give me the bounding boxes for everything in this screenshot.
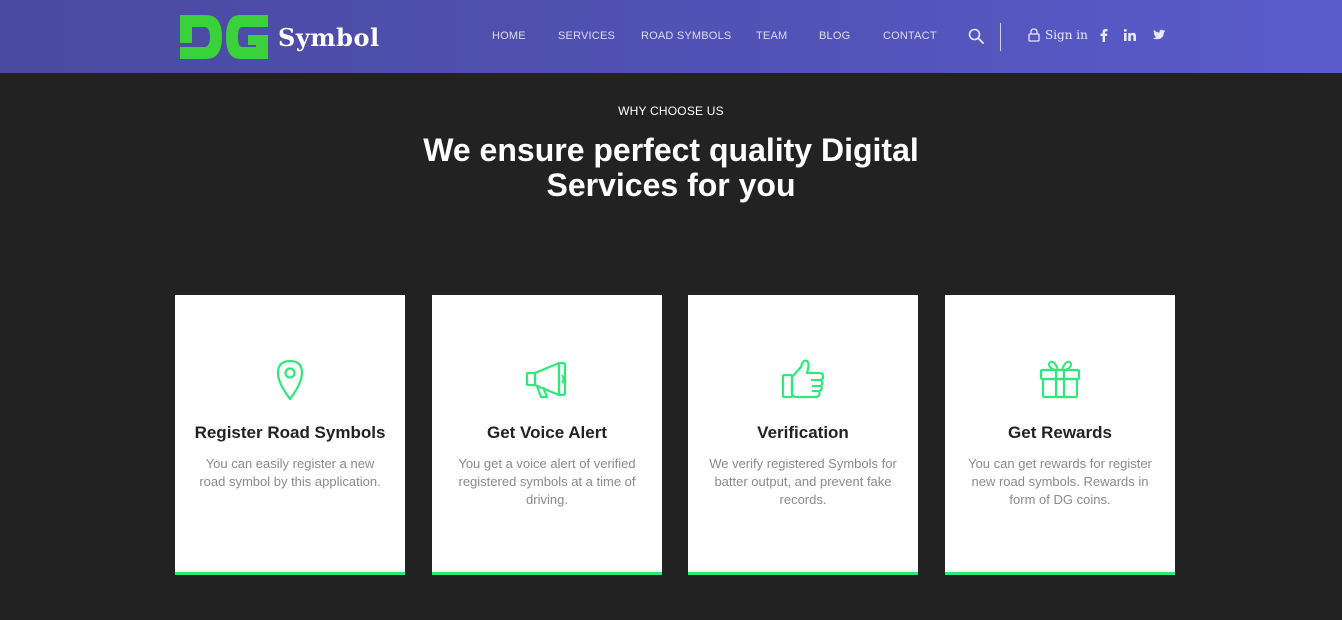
nav-road-symbols[interactable]: ROAD SYMBOLS [641,30,731,42]
nav-contact[interactable]: CONTACT [883,30,937,42]
card-description: You can get rewards for register new roa… [968,456,1152,507]
feature-card-rewards[interactable]: Get Rewards You can get rewards for regi… [945,295,1175,575]
section-kicker: WHY CHOOSE US [618,104,724,118]
headline-line-2: Services for you [546,167,796,203]
card-title: Get Rewards [1008,423,1112,442]
facebook-icon[interactable] [1097,28,1111,42]
header-divider [1000,23,1001,51]
headline-line-1: We ensure perfect quality Digital [423,132,919,168]
lock-icon [1028,28,1040,42]
dg-logo-mark [180,15,268,59]
nav-blog[interactable]: BLOG [819,30,850,42]
nav-services[interactable]: SERVICES [558,30,615,42]
section-headline: We ensure perfect quality Digital Servic… [371,133,971,203]
feature-card-register[interactable]: Register Road Symbols You can easily reg… [175,295,405,575]
sign-in-link[interactable]: Sign in [1028,28,1088,42]
card-title: Register Road Symbols [194,423,386,442]
twitter-icon[interactable] [1152,28,1166,42]
logo[interactable]: Symbol [178,13,380,61]
logo-text: Symbol [278,22,380,52]
card-description: You get a voice alert of verified regist… [458,456,636,507]
search-icon[interactable] [968,28,984,44]
megaphone-icon [525,361,567,399]
feature-card-verification[interactable]: Verification We verify registered Symbol… [688,295,918,575]
card-title: Get Voice Alert [487,423,607,442]
card-title: Verification [757,423,849,442]
map-pin-icon [276,359,304,401]
card-description: You can easily register a new road symbo… [199,456,381,489]
nav-home[interactable]: HOME [492,30,526,42]
linkedin-icon[interactable] [1123,28,1137,42]
feature-card-voice-alert[interactable]: Get Voice Alert You get a voice alert of… [432,295,662,575]
nav-team[interactable]: TEAM [756,30,787,42]
site-header: Symbol HOME SERVICES ROAD SYMBOLS TEAM B… [0,0,1342,73]
gift-icon [1039,360,1081,399]
thumbs-up-icon [781,359,825,399]
sign-in-label: Sign in [1045,28,1088,42]
card-description: We verify registered Symbols for batter … [709,456,897,507]
